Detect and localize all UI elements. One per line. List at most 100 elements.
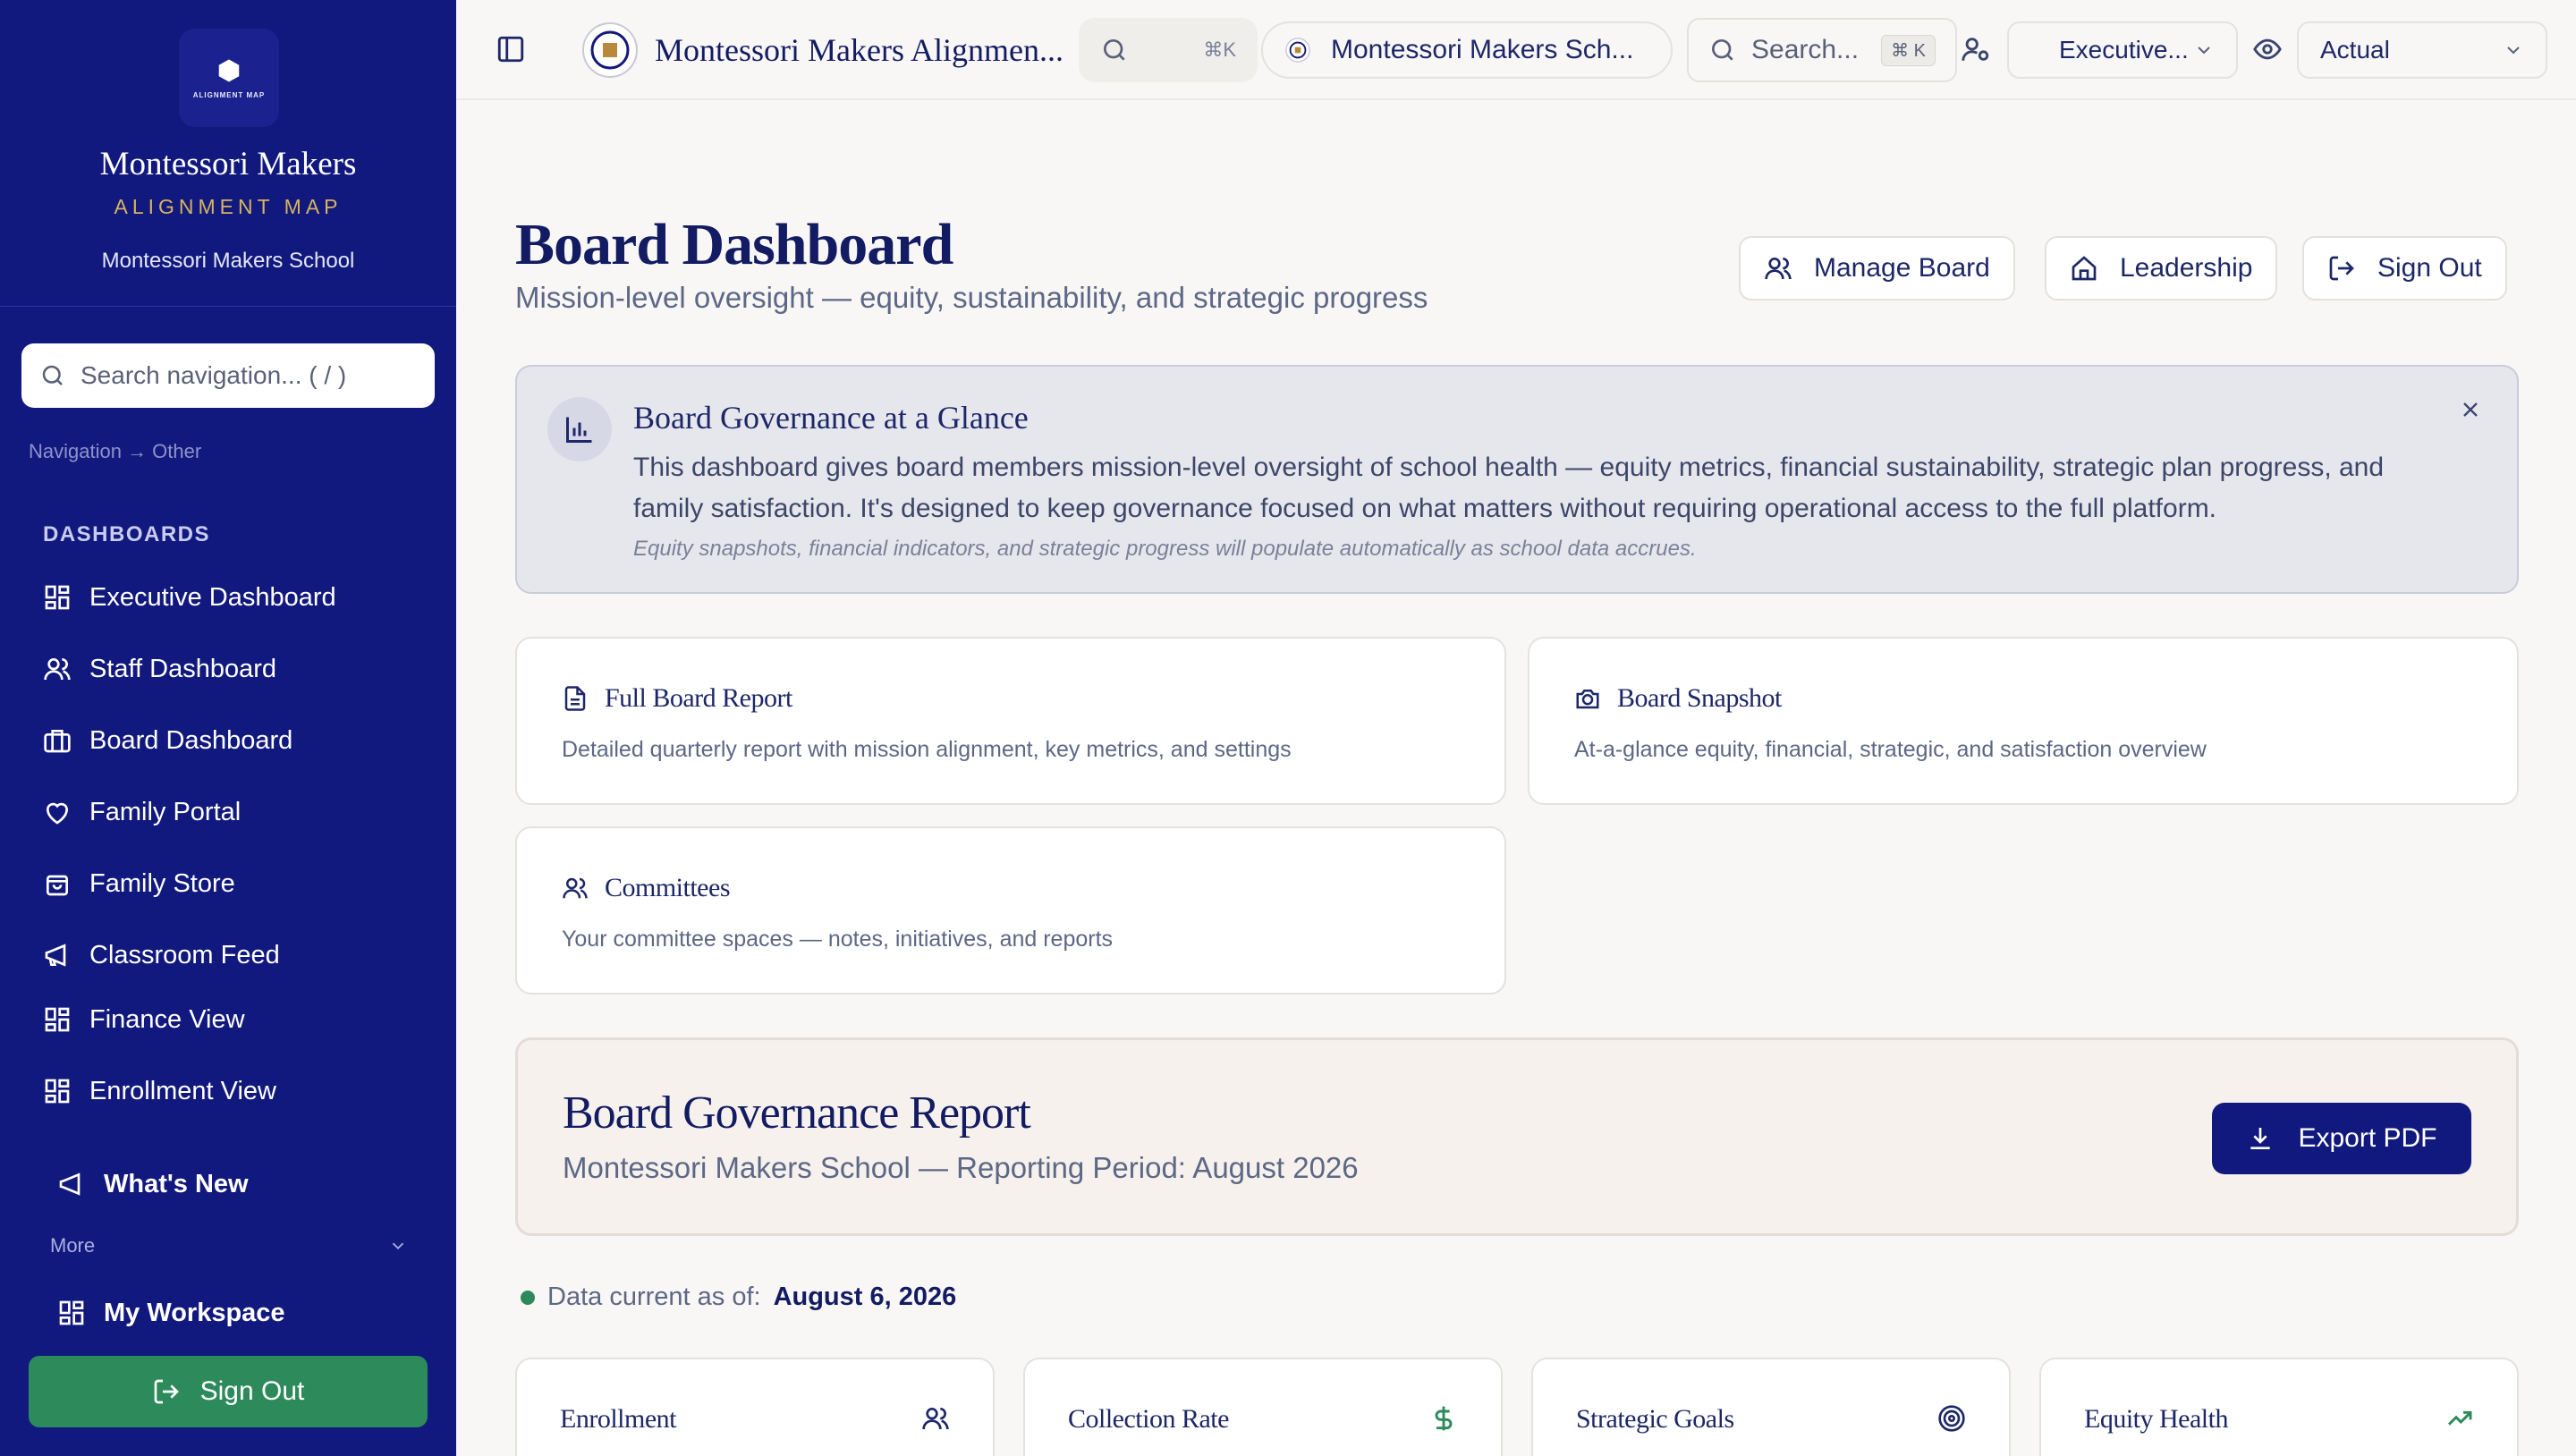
sidebar-item-whats-new[interactable]: What's New <box>57 1163 249 1206</box>
page-subtitle: Mission-level oversight — equity, sustai… <box>515 281 1428 314</box>
manage-board-button[interactable]: Manage Board <box>1739 236 2015 301</box>
grid-icon <box>45 585 70 610</box>
metric-label: Enrollment <box>560 1404 676 1434</box>
committees-card[interactable]: Committees Your committee spaces — notes… <box>515 826 1506 995</box>
user-cog-icon <box>1962 38 1989 61</box>
top-bar: Montessori Makers Alignmen... ⌘K Montess… <box>456 0 2576 100</box>
sidebar-toggle-button[interactable] <box>496 34 526 64</box>
sidebar-sign-out-button[interactable]: Sign Out <box>29 1356 428 1427</box>
search-icon <box>1712 39 1733 61</box>
trending-up-icon <box>2447 1410 2472 1426</box>
sidebar-item-family-store[interactable]: Family Store <box>43 862 235 905</box>
chevron-down-icon <box>2198 47 2210 55</box>
status-dot <box>521 1290 535 1305</box>
sidebar-item-finance-view[interactable]: Finance View <box>43 998 245 1041</box>
grid-icon <box>45 1079 70 1104</box>
report-subtitle: Montessori Makers School — Reporting Per… <box>563 1151 1359 1184</box>
role-select[interactable]: Executive... <box>2007 21 2238 79</box>
role-switch-button[interactable] <box>1961 34 1991 64</box>
brand-subtitle: ALIGNMENT MAP <box>114 195 343 218</box>
briefcase-icon <box>44 730 71 753</box>
card-title-text: Committees <box>605 873 731 902</box>
sidebar-item-label: My Workspace <box>104 1298 285 1327</box>
metric-label: Equity Health <box>2084 1404 2228 1434</box>
document-icon <box>564 686 586 711</box>
metric-card-enrollment[interactable]: Enrollment <box>515 1358 995 1456</box>
shopping-bag-icon <box>47 875 68 896</box>
board-snapshot-card[interactable]: Board Snapshot At-a-glance equity, finan… <box>1528 637 2519 805</box>
info-banner-note: Equity snapshots, financial indicators, … <box>633 537 1697 561</box>
export-pdf-label: Export PDF <box>2298 1123 2437 1153</box>
camera-icon <box>1576 690 1599 709</box>
section-heading-dashboards: DASHBOARDS <box>43 522 211 546</box>
sign-out-label: Sign Out <box>199 1376 305 1406</box>
metric-label: Strategic Goals <box>1576 1404 1734 1434</box>
users-icon <box>922 1408 949 1430</box>
download-icon <box>2250 1128 2271 1149</box>
report-title: Board Governance Report <box>563 1088 1031 1139</box>
grid-icon <box>59 1300 84 1325</box>
sidebar-item-label: Staff Dashboard <box>89 654 277 683</box>
search-placeholder: Search... <box>1751 35 1860 64</box>
card-title: Board Snapshot <box>1574 683 1782 714</box>
data-current-indicator: Data current as of: August 6, 2026 <box>521 1282 956 1312</box>
command-search-button[interactable]: ⌘K <box>1079 18 1258 82</box>
eye-icon <box>2253 38 2282 60</box>
log-out-icon <box>2329 256 2354 281</box>
card-title-text: Board Snapshot <box>1617 683 1782 713</box>
app-title-text: Montessori Makers Alignmen... <box>655 32 1063 68</box>
sidebar-item-label: Board Dashboard <box>89 725 293 755</box>
school-selector[interactable]: Montessori Makers Sch... <box>1261 21 1673 79</box>
users-icon <box>1765 258 1792 280</box>
full-board-report-card[interactable]: Full Board Report Detailed quarterly rep… <box>515 637 1506 805</box>
info-banner: Board Governance at a Glance This dashbo… <box>515 365 2519 594</box>
school-name: Montessori Makers School <box>101 249 355 273</box>
governance-report-panel: Board Governance Report Montessori Maker… <box>515 1037 2519 1236</box>
sign-out-label: Sign Out <box>2377 253 2482 283</box>
view-mode-icon-button[interactable] <box>2252 34 2283 64</box>
hexagon-icon <box>218 59 240 81</box>
app-title[interactable]: Montessori Makers Alignmen... <box>581 21 1063 79</box>
shortcut-hint: ⌘K <box>1203 38 1236 61</box>
sidebar-item-label: Executive Dashboard <box>89 582 336 612</box>
school-logo[interactable]: ALIGNMENT MAP <box>179 29 279 127</box>
search-input[interactable]: Search... ⌘ K <box>1687 18 1957 82</box>
search-icon <box>1104 39 1125 61</box>
card-description: Detailed quarterly report with mission a… <box>562 737 1292 762</box>
school-selector-label: Montessori Makers Sch... <box>1331 35 1634 64</box>
users-icon <box>44 658 71 681</box>
sidebar-item-label: Family Portal <box>89 797 242 826</box>
card-description: Your committee spaces — notes, initiativ… <box>562 927 1114 952</box>
heart-icon <box>47 802 68 825</box>
sidebar-item-enrollment-view[interactable]: Enrollment View <box>43 1070 276 1113</box>
sidebar-item-classroom-feed[interactable]: Classroom Feed <box>43 934 280 977</box>
close-icon[interactable] <box>2458 397 2483 422</box>
chevron-down-icon <box>2507 47 2520 55</box>
sidebar-item-executive-dashboard[interactable]: Executive Dashboard <box>43 576 336 619</box>
export-pdf-button[interactable]: Export PDF <box>2212 1103 2471 1174</box>
leadership-button[interactable]: Leadership <box>2045 236 2278 301</box>
metric-card-collection-rate[interactable]: Collection Rate <box>1023 1358 1503 1456</box>
sign-out-button[interactable]: Sign Out <box>2302 236 2507 301</box>
megaphone-icon <box>59 1172 80 1196</box>
panel-left-icon <box>497 36 524 63</box>
logo-text: ALIGNMENT MAP <box>192 90 266 99</box>
sidebar-item-staff-dashboard[interactable]: Staff Dashboard <box>43 648 276 690</box>
grid-icon <box>45 1007 70 1032</box>
sidebar-item-board-dashboard[interactable]: Board Dashboard <box>43 719 292 762</box>
metric-card-equity-health[interactable]: Equity Health <box>2039 1358 2519 1456</box>
view-select[interactable]: Actual <box>2297 21 2547 79</box>
info-banner-title: Board Governance at a Glance <box>633 400 1029 436</box>
sidebar-item-family-portal[interactable]: Family Portal <box>43 791 241 834</box>
more-toggle[interactable]: More <box>50 1234 408 1257</box>
users-icon <box>563 877 588 899</box>
metric-card-strategic-goals[interactable]: Strategic Goals <box>1531 1358 2011 1456</box>
sidebar-item-label: Enrollment View <box>89 1076 277 1105</box>
sidebar-item-my-workspace[interactable]: My Workspace <box>57 1291 285 1334</box>
info-banner-body: This dashboard gives board members missi… <box>633 453 2385 523</box>
data-current-label: Data current as of: <box>547 1282 761 1311</box>
search-kbd: ⌘ K <box>1881 34 1936 66</box>
school-seal-icon <box>582 22 638 78</box>
nav-search-input[interactable]: Search navigation... ( / ) <box>21 343 435 408</box>
log-out-icon <box>154 1379 179 1404</box>
